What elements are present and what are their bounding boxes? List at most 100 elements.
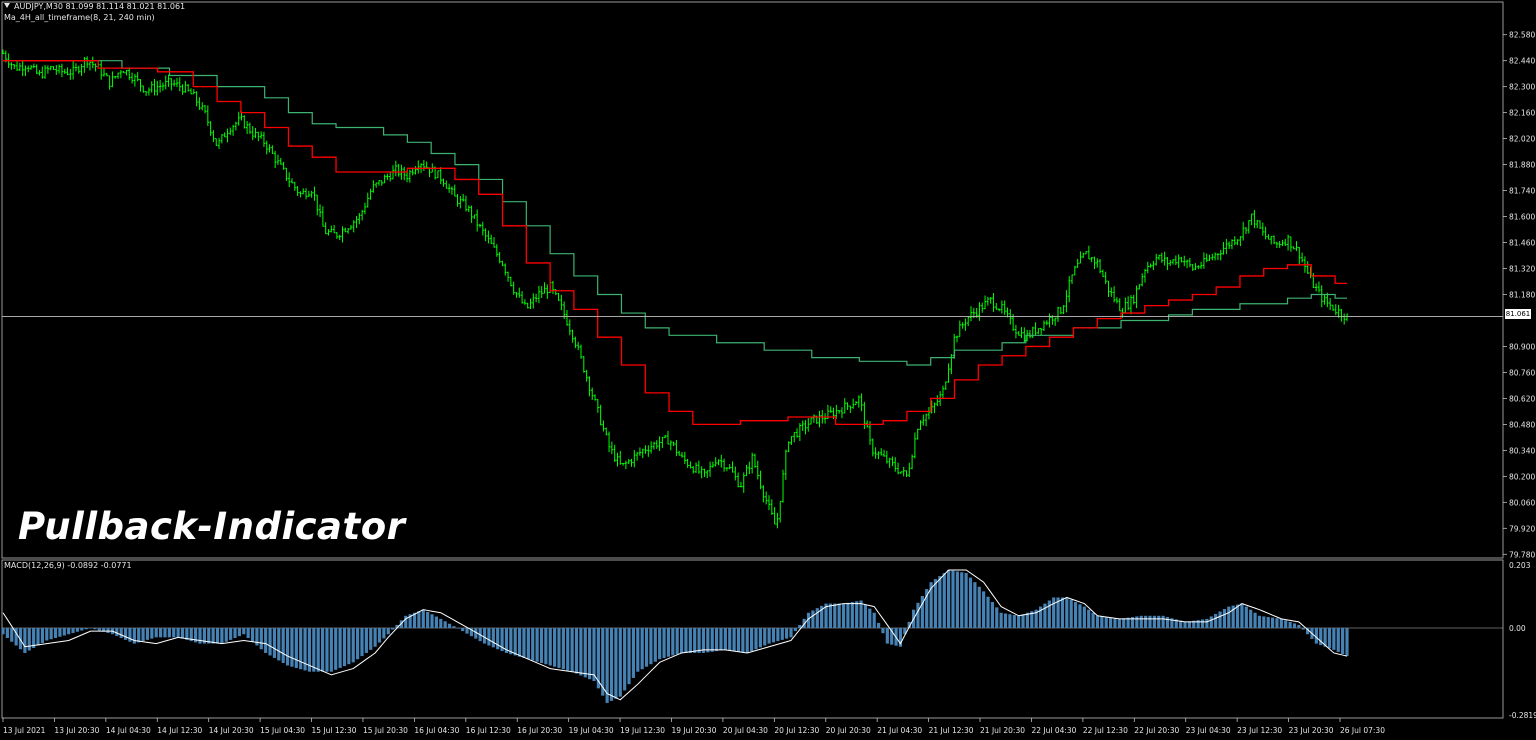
price-tick-label: 80.480 — [1509, 420, 1535, 429]
macd-bar — [754, 628, 758, 650]
macd-bar — [1209, 616, 1213, 628]
macd-bar — [456, 628, 460, 629]
time-tick-label: 23 Jul 04:30 — [1186, 726, 1231, 735]
macd-bar — [1266, 617, 1270, 628]
macd-bar — [1078, 604, 1082, 628]
price-tick-label: 82.440 — [1509, 57, 1535, 66]
price-tick-label: 80.900 — [1509, 342, 1535, 351]
macd-bar — [509, 628, 513, 655]
macd-bar — [106, 628, 110, 633]
time-tick-label: 14 Jul 20:30 — [209, 726, 254, 735]
macd-bar — [1196, 620, 1200, 628]
macd-bar — [10, 628, 14, 642]
macd-bar — [553, 628, 557, 667]
macd-bar — [434, 616, 439, 628]
macd-bar — [868, 608, 872, 628]
macd-bar — [771, 628, 776, 643]
trading-chart[interactable]: 82.580 82.440 82.300 82.160 82.020 81.880 81.7… — [0, 0, 1536, 740]
macd-bar — [237, 628, 242, 637]
macd-bar — [1113, 618, 1117, 628]
macd-bar — [154, 628, 158, 638]
macd-bar — [1292, 623, 1297, 628]
macd-bar — [644, 628, 649, 667]
price-tick-label: 80.760 — [1509, 368, 1535, 377]
macd-bar — [233, 628, 237, 638]
macd-bar — [294, 628, 298, 668]
macd-bar — [693, 628, 697, 653]
macd-bar — [1345, 628, 1349, 657]
macd-bar — [1288, 621, 1292, 628]
macd-bar — [1148, 615, 1152, 628]
price-tick-label: 81.460 — [1509, 239, 1535, 248]
macd-bar — [382, 628, 386, 639]
macd-bar — [1332, 628, 1336, 650]
macd-bar — [1082, 606, 1086, 628]
macd-bar — [351, 628, 355, 663]
macd-bar — [465, 628, 469, 634]
macd-bar — [1301, 628, 1305, 630]
macd-bar — [417, 611, 421, 628]
macd-bar — [316, 628, 320, 672]
macd-bar — [272, 628, 277, 658]
collapse-triangle-icon[interactable] — [4, 3, 10, 8]
time-tick-label: 15 Jul 04:30 — [260, 726, 305, 735]
macd-bar — [1052, 597, 1056, 628]
macd-bar — [80, 628, 84, 631]
macd-bar — [614, 628, 618, 699]
macd-bar — [539, 628, 544, 663]
time-tick-label: 20 Jul 12:30 — [774, 726, 819, 735]
price-tick-label: 81.880 — [1509, 161, 1535, 170]
macd-bar — [45, 628, 49, 641]
macd-bar — [1104, 617, 1108, 628]
macd-bar — [513, 628, 517, 656]
macd-bar — [439, 618, 443, 628]
macd-bar — [1122, 618, 1126, 628]
symbol-header[interactable]: AUDJPY,M30 81.099 81.114 81.021 81.061 — [4, 2, 185, 11]
macd-bar — [850, 602, 854, 628]
macd-bar — [123, 628, 128, 640]
macd-bar — [701, 628, 706, 653]
macd-bar — [679, 628, 684, 653]
time-tick-label: 22 Jul 04:30 — [1031, 726, 1076, 735]
macd-bar — [97, 628, 101, 631]
macd-bar — [250, 628, 255, 642]
macd-bar — [872, 612, 876, 628]
macd-bar — [224, 628, 228, 642]
macd-label[interactable]: MACD(12,26,9) -0.0892 -0.0771 — [4, 561, 132, 570]
macd-bar — [215, 628, 220, 644]
macd-bar — [137, 628, 141, 643]
macd-bar — [583, 628, 587, 678]
macd-bar — [347, 628, 351, 665]
macd-bar — [785, 628, 789, 639]
macd-bar — [40, 628, 45, 643]
macd-bar — [544, 628, 548, 665]
time-tick-label: 21 Jul 20:30 — [980, 726, 1025, 735]
price-tick-label: 80.620 — [1509, 394, 1535, 403]
macd-bar — [1060, 597, 1065, 628]
time-tick-label: 13 Jul 20:30 — [54, 726, 99, 735]
macd-bar — [290, 628, 294, 667]
macd-bar — [688, 628, 692, 653]
macd-bar — [23, 628, 27, 653]
macd-bar — [885, 628, 889, 644]
macd-bar — [1021, 614, 1025, 628]
macd-bar — [404, 615, 408, 628]
macd-bar — [876, 622, 881, 628]
macd-bar — [67, 628, 71, 635]
macd-bar — [636, 628, 640, 672]
macd-bar — [220, 628, 224, 644]
macd-bar — [373, 628, 377, 647]
macd-bar — [1327, 628, 1332, 649]
price-tick-label: 79.780 — [1509, 550, 1535, 559]
macd-bar — [1279, 618, 1283, 628]
time-tick-label: 16 Jul 12:30 — [466, 726, 511, 735]
macd-bar — [167, 628, 171, 638]
macd-bar — [837, 603, 841, 628]
indicator-label[interactable]: Ma_4H_all_timeframe(8, 21, 240 min) — [4, 13, 155, 22]
macd-bar — [714, 628, 719, 652]
macd-bar — [1087, 609, 1091, 628]
macd-bar — [430, 614, 434, 628]
macd-bar — [1091, 612, 1095, 628]
macd-bar — [811, 610, 815, 628]
macd-bar — [145, 628, 150, 640]
